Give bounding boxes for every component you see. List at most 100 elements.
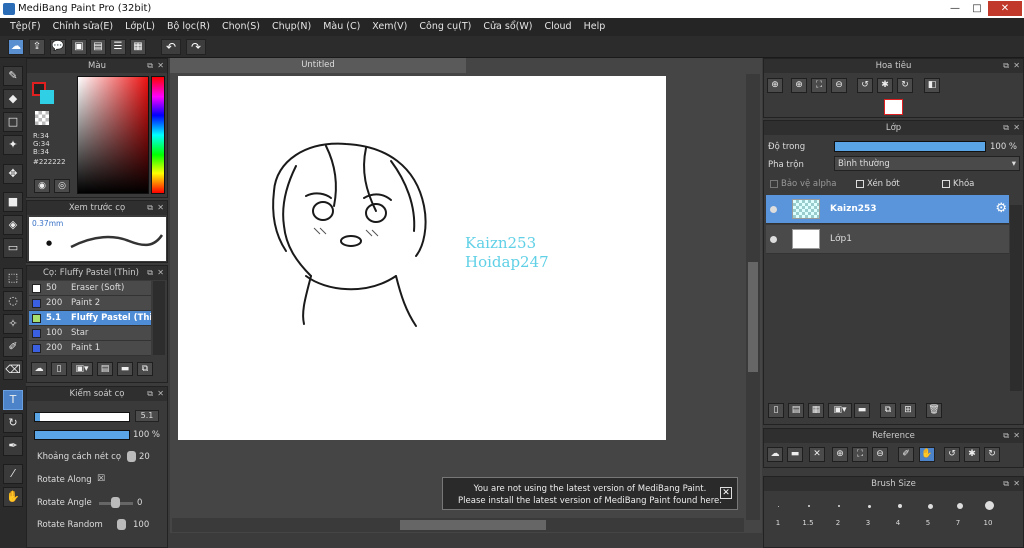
fit-icon[interactable]: ⛶ xyxy=(811,78,827,93)
add-layer-menu-icon[interactable]: ▣▾ xyxy=(828,403,852,418)
delete-layer-icon[interactable]: 🗑 xyxy=(926,403,942,418)
gear-icon[interactable]: ⚙ xyxy=(995,201,1007,216)
background-color-swatch[interactable] xyxy=(40,90,54,104)
brush-size-dot[interactable] xyxy=(985,501,994,510)
folder-icon[interactable]: ▬ xyxy=(117,362,133,376)
zoom-out-icon[interactable]: ⊖ xyxy=(831,78,847,93)
spacing-knob[interactable] xyxy=(127,451,136,462)
panel-close-icon[interactable]: ✕ xyxy=(1013,121,1020,135)
clipping-option[interactable]: Xén bớt xyxy=(856,179,900,189)
float-icon[interactable]: ⧉ xyxy=(1003,477,1009,491)
ref-rotate-fit-icon[interactable]: ✱ xyxy=(964,447,980,462)
rotate-left-icon[interactable]: ↺ xyxy=(857,78,873,93)
ref-zoom-in-icon[interactable]: ⊕ xyxy=(832,447,848,462)
panel-close-icon[interactable]: ✕ xyxy=(157,266,164,280)
maximize-button[interactable]: □ xyxy=(966,1,988,16)
brush-size-dot[interactable] xyxy=(868,505,871,508)
minimize-button[interactable]: — xyxy=(944,1,966,16)
close-button[interactable]: ✕ xyxy=(988,1,1022,16)
brush-size-value[interactable]: 5.1 xyxy=(135,410,159,422)
notice-close-icon[interactable]: ✕ xyxy=(720,487,732,499)
float-icon[interactable]: ⧉ xyxy=(1003,429,1009,443)
brush-item[interactable]: 200 Paint 1 xyxy=(29,341,151,356)
shape-tool-icon[interactable]: □ xyxy=(3,112,23,132)
select-eraser-icon[interactable]: ⌫ xyxy=(3,360,23,380)
layer-list-scrollbar[interactable] xyxy=(1010,205,1022,391)
panel-close-icon[interactable]: ✕ xyxy=(157,387,164,401)
horizontal-scroll-thumb[interactable] xyxy=(400,520,546,530)
add-brush-icon[interactable]: ▣▾ xyxy=(71,362,93,376)
menu-view[interactable]: Xem(V) xyxy=(366,18,413,36)
update-notice[interactable]: You are not using the latest version of … xyxy=(442,477,738,510)
vertical-scroll-thumb[interactable] xyxy=(748,262,758,372)
cloud-icon[interactable]: ☁ xyxy=(8,39,24,55)
blend-mode-select[interactable]: Bình thường ▾ xyxy=(834,156,1020,171)
new-halftone-layer-icon[interactable]: ▦ xyxy=(808,403,824,418)
zoom-in-icon[interactable]: ⊕ xyxy=(767,78,783,93)
float-icon[interactable]: ⧉ xyxy=(147,387,153,401)
new-layer-icon[interactable]: ▯ xyxy=(768,403,784,418)
palette-add-icon[interactable]: ◎ xyxy=(54,179,70,193)
menu-snap[interactable]: Chụp(N) xyxy=(266,18,317,36)
eraser-tool-icon[interactable]: ◆ xyxy=(3,89,23,109)
menu-layer[interactable]: Lớp(L) xyxy=(119,18,161,36)
brush-size-slider[interactable] xyxy=(34,412,130,422)
saturation-value-picker[interactable] xyxy=(77,76,149,194)
panel-close-icon[interactable]: ✕ xyxy=(157,59,164,73)
operation-tool-icon[interactable]: ↻ xyxy=(3,413,23,433)
float-icon[interactable]: ⧉ xyxy=(1003,59,1009,73)
merge-layer-icon[interactable]: ⊞ xyxy=(900,403,916,418)
palette-icon[interactable]: ◉ xyxy=(34,179,50,193)
hue-slider[interactable] xyxy=(151,76,165,194)
brush-tool-icon[interactable]: ✎ xyxy=(3,66,23,86)
brush-item-selected[interactable]: 5.1 Fluffy Pastel (Thin) xyxy=(29,311,151,326)
new-brush-icon[interactable]: ▯ xyxy=(51,362,67,376)
hand-tool-icon[interactable]: ✋ xyxy=(3,487,23,507)
menu-filter[interactable]: Bộ lọc(R) xyxy=(161,18,216,36)
dot-tool-icon[interactable]: ✦ xyxy=(3,135,23,155)
fill-rect-tool-icon[interactable]: ■ xyxy=(3,192,23,212)
rotate-random-knob[interactable] xyxy=(117,519,126,530)
select-pen-icon[interactable]: ✐ xyxy=(3,337,23,357)
panel-close-icon[interactable]: ✕ xyxy=(1013,477,1020,491)
ref-rotate-left-icon[interactable]: ↺ xyxy=(944,447,960,462)
zoom-in-alt-icon[interactable]: ⊕ xyxy=(791,78,807,93)
cloud-reference-icon[interactable]: ☁ xyxy=(767,447,783,462)
menu-file[interactable]: Tệp(F) xyxy=(4,18,47,36)
float-icon[interactable]: ⧉ xyxy=(147,266,153,280)
brush-settings-icon[interactable]: ▤ xyxy=(97,362,113,376)
document-tab[interactable]: Untitled xyxy=(170,58,466,73)
float-icon[interactable]: ⧉ xyxy=(147,59,153,73)
grid-icon[interactable]: ▦ xyxy=(130,39,146,55)
move-tool-icon[interactable]: ✥ xyxy=(3,164,23,184)
rotate-fit-icon[interactable]: ✱ xyxy=(877,78,893,93)
menu-select[interactable]: Chọn(S) xyxy=(216,18,266,36)
lock-option[interactable]: Khóa xyxy=(942,179,974,189)
protect-alpha-option[interactable]: Bảo vệ alpha xyxy=(770,179,836,189)
page-icon[interactable]: ▤ xyxy=(90,39,106,55)
brushlist-scrollbar[interactable] xyxy=(153,281,165,355)
lock-checkbox[interactable] xyxy=(942,179,950,188)
brush-opacity-slider[interactable] xyxy=(34,430,130,440)
blur-tool-icon[interactable]: ✒ xyxy=(3,436,23,456)
ref-eyedropper-icon[interactable]: ✐ xyxy=(898,447,914,462)
brush-size-dot[interactable] xyxy=(778,506,779,507)
list-icon[interactable]: ☰ xyxy=(110,39,126,55)
eye-icon[interactable] xyxy=(770,206,777,213)
rotate-along-checkbox[interactable]: ☒ xyxy=(97,474,105,484)
menu-cloud[interactable]: Cloud xyxy=(538,18,577,36)
brush-size-dot[interactable] xyxy=(957,503,963,509)
eye-icon[interactable] xyxy=(770,236,777,243)
duplicate-layer-icon[interactable]: ⧉ xyxy=(880,403,896,418)
chat-icon[interactable]: 💬 xyxy=(50,39,66,55)
brush-size-dot[interactable] xyxy=(838,505,840,507)
float-icon[interactable]: ⧉ xyxy=(147,201,153,215)
bucket-tool-icon[interactable]: ◈ xyxy=(3,215,23,235)
protect-alpha-checkbox[interactable] xyxy=(770,179,778,188)
undo-icon[interactable]: ↶ xyxy=(161,39,181,55)
navigator-thumbnail[interactable] xyxy=(884,99,903,115)
brush-size-dot[interactable] xyxy=(898,504,902,508)
transparent-color-swatch[interactable] xyxy=(35,111,49,125)
menu-window[interactable]: Cửa sổ(W) xyxy=(477,18,538,36)
close-reference-icon[interactable]: ✕ xyxy=(809,447,825,462)
